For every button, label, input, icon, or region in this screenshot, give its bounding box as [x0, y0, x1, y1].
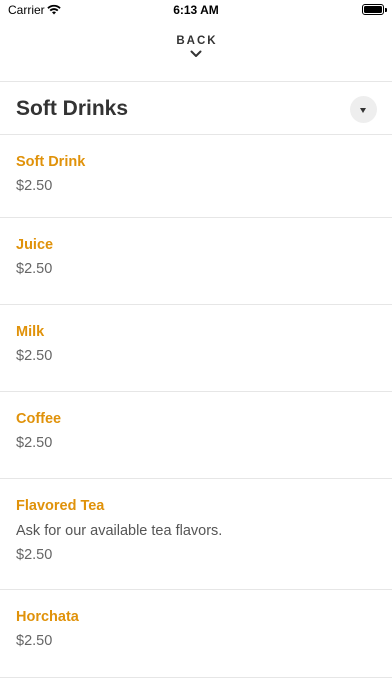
item-price: $2.50 [16, 261, 53, 277]
item-name: Flavored Tea [16, 498, 105, 514]
item-name: Coffee [16, 411, 62, 427]
menu-item-horchata[interactable]: Horchata $2.50 [0, 590, 392, 678]
menu-item-milk[interactable]: Milk $2.50 [0, 305, 392, 392]
item-description: Ask for our available tea flavors. [16, 523, 223, 539]
item-name: Soft Drink [16, 154, 86, 170]
menu-item-soft-drink[interactable]: Soft Drink $2.50 [0, 135, 392, 218]
menu-item-coffee[interactable]: Coffee $2.50 [0, 392, 392, 479]
menu-item-list: Soft Drink $2.50 Juice $2.50 Milk $2.50 … [0, 135, 392, 678]
item-name: Juice [16, 237, 54, 253]
menu-item-flavored-tea[interactable]: Flavored Tea Ask for our available tea f… [0, 479, 392, 590]
item-price: $2.50 [16, 633, 53, 649]
section-title: Soft Drinks [16, 97, 129, 120]
chevron-down-icon [190, 50, 202, 57]
item-price: $2.50 [16, 547, 53, 563]
menu-item-juice[interactable]: Juice $2.50 [0, 218, 392, 305]
item-price: $2.50 [16, 178, 53, 194]
item-price: $2.50 [16, 348, 53, 364]
caret-down-icon [360, 108, 366, 113]
clock: 6:13 AM [173, 3, 219, 17]
section-header: Soft Drinks [0, 82, 392, 134]
category-dropdown-button[interactable] [350, 96, 377, 123]
item-name: Horchata [16, 609, 79, 625]
item-name: Milk [16, 324, 45, 340]
item-price: $2.50 [16, 435, 53, 451]
back-label: BACK [176, 35, 218, 47]
status-bar: Carrier 6:13 AM [0, 0, 392, 22]
back-button[interactable]: BACK [146, 35, 246, 73]
battery-icon [362, 4, 387, 15]
